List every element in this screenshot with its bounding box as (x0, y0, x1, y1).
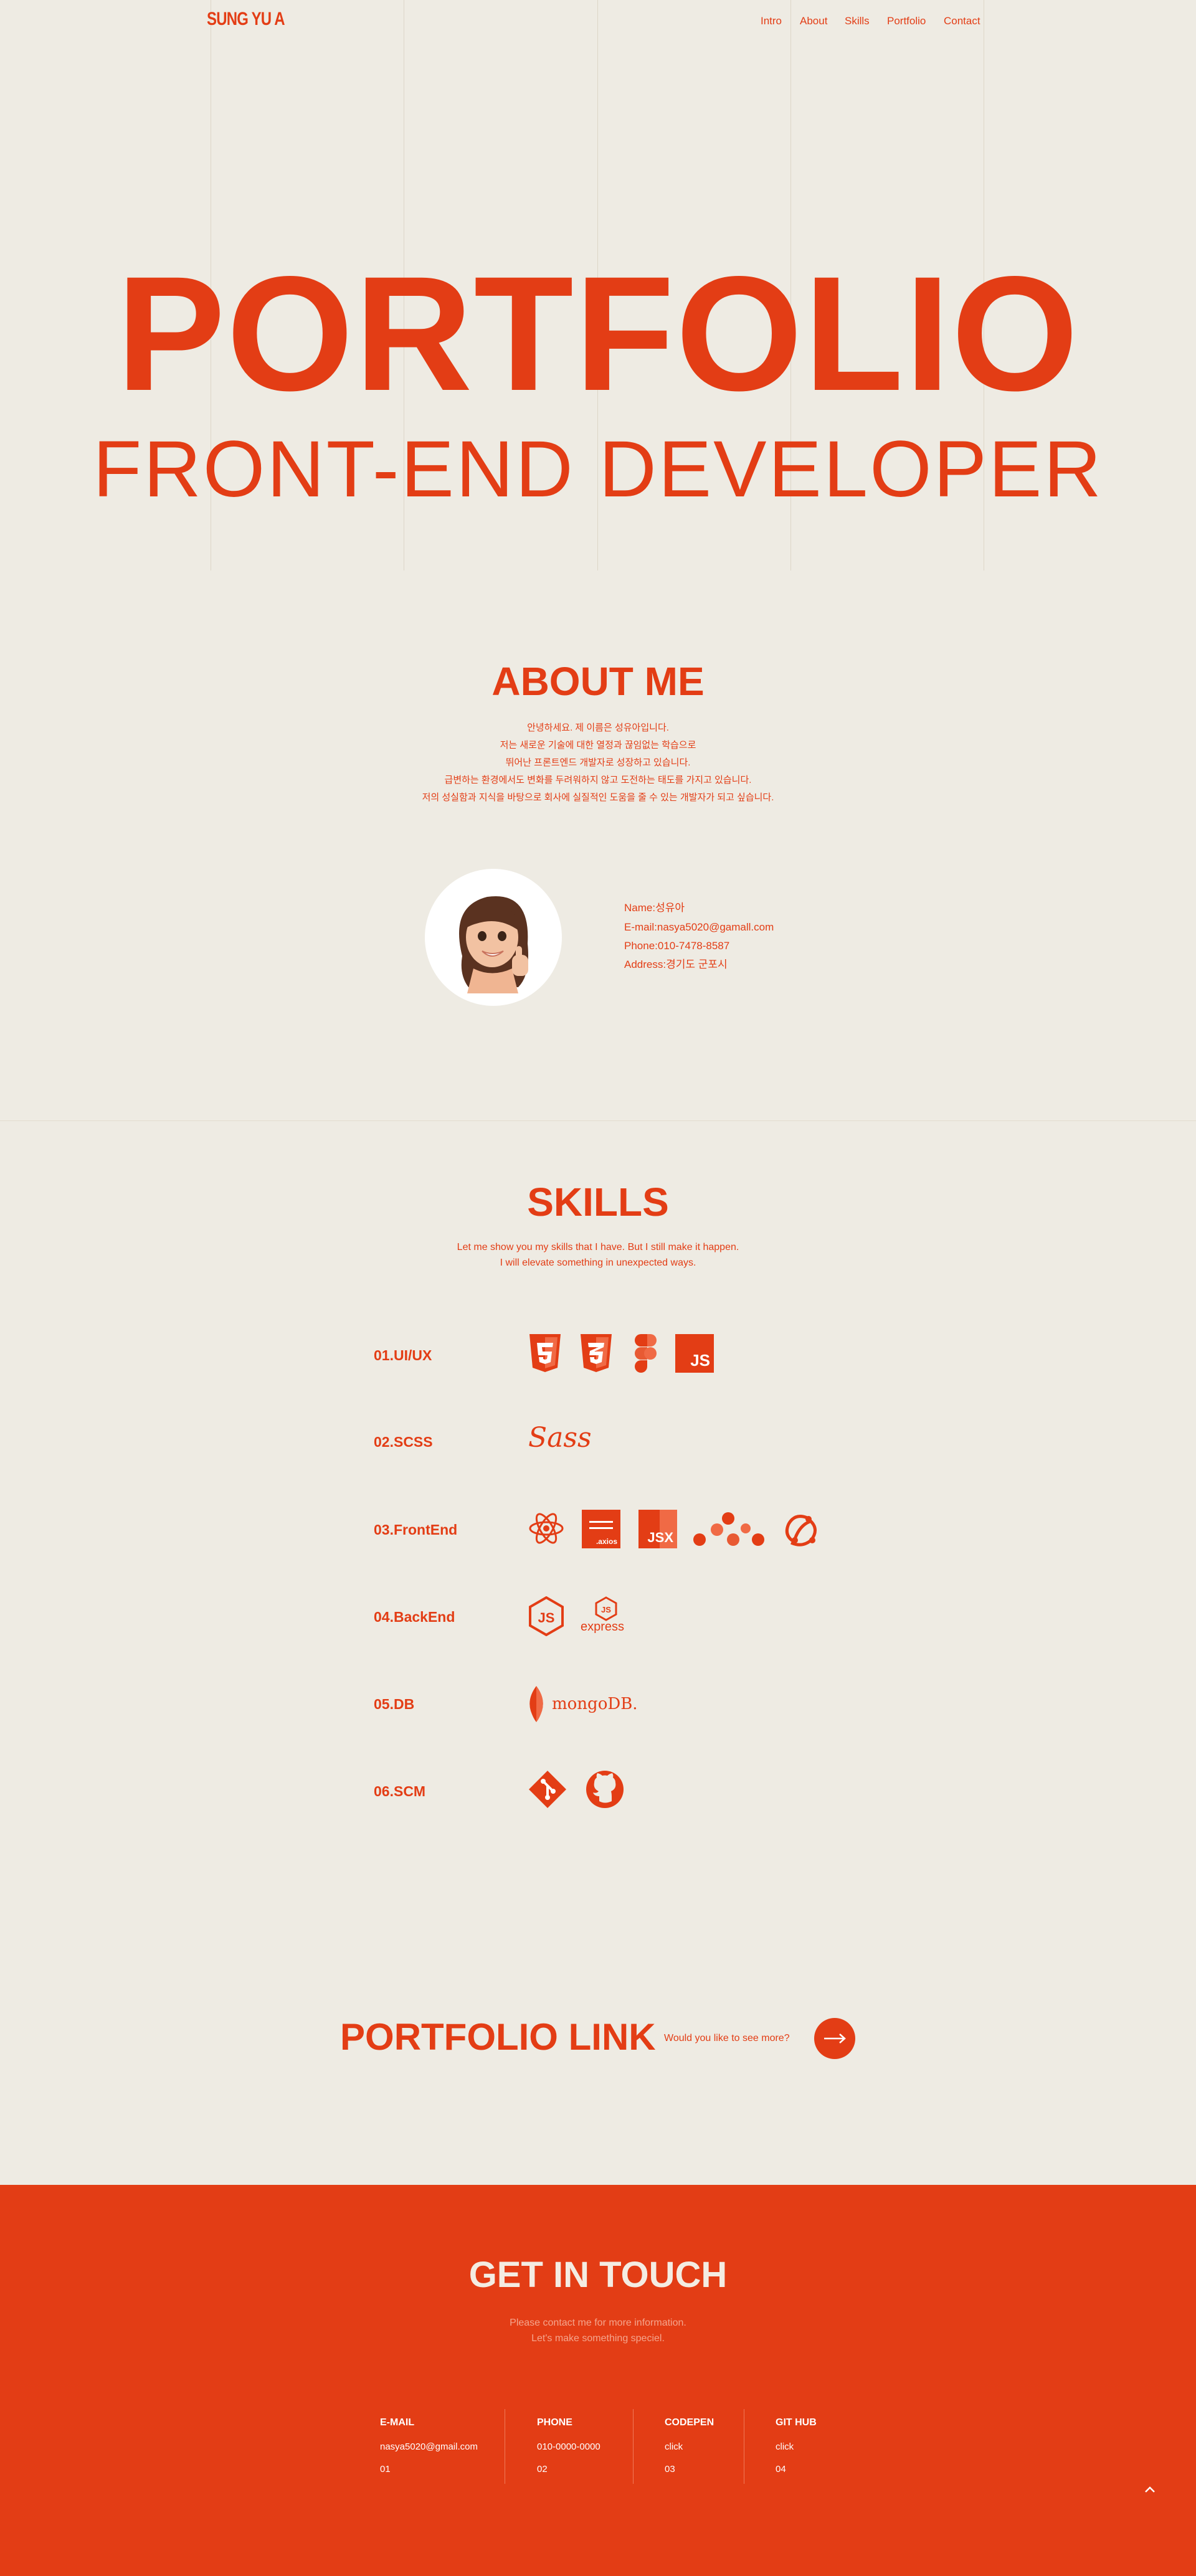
axios-icon-label: .axios (596, 1537, 617, 1546)
skill-label-backend: 04.BackEnd (374, 1609, 455, 1625)
jsx-icon-label: JSX (647, 1530, 673, 1545)
skills-intro: Let me show you my skills that I have. B… (0, 1239, 1196, 1271)
info-email: E-mail:nasya5020@gamall.com (624, 921, 774, 933)
info-address: Address:경기도 군포시 (624, 959, 728, 970)
mongodb-icon: mongoDB. (528, 1685, 638, 1723)
memoji-avatar-icon (425, 869, 562, 1006)
axios-icon: .axios (582, 1510, 620, 1548)
contact-intro-line: Please contact me for more information. (510, 2318, 686, 2328)
scroll-top-button[interactable] (1134, 2474, 1166, 2506)
contact-email-value[interactable]: nasya5020@gmail.com (380, 2441, 478, 2452)
info-name: Name:성유아 (624, 902, 685, 914)
contact-phone-head: PHONE (537, 2417, 572, 2428)
contact-github-head: GIT HUB (776, 2417, 817, 2428)
about-title: ABOUT ME (491, 659, 705, 704)
nav-intro[interactable]: Intro (761, 15, 782, 27)
contact-email-num: 01 (380, 2464, 391, 2474)
contact-intro: Please contact me for more information. … (0, 2315, 1196, 2346)
javascript-icon: JS (675, 1334, 714, 1373)
redux-icon (785, 1515, 817, 1546)
contact-github-link[interactable]: click (776, 2441, 794, 2452)
chevron-up-icon (1145, 2486, 1155, 2493)
nav-portfolio[interactable]: Portfolio (887, 15, 926, 27)
nodejs-icon-label: JS (538, 1610, 555, 1626)
portfolio-title: PORTFOLIO LINK (340, 2016, 656, 2058)
nav-contact[interactable]: Contact (944, 15, 980, 27)
hero-title: PORTFOLIO (116, 242, 1080, 425)
portfolio-link-button[interactable] (814, 2018, 855, 2059)
bit-icon (693, 1512, 764, 1546)
contact-github-num: 04 (776, 2464, 786, 2474)
contact-separator (633, 2409, 634, 2484)
section-divider (0, 1120, 1196, 1121)
contact-email-head: E-MAIL (380, 2417, 415, 2428)
contact-phone-num: 02 (537, 2464, 548, 2474)
html5-icon (529, 1334, 561, 1372)
hero-subtitle: FRONT-END DEVELOPER (93, 425, 1103, 514)
figma-icon (635, 1334, 657, 1373)
contact-codepen-num: 03 (665, 2464, 675, 2474)
css3-icon (581, 1334, 612, 1372)
contact-section (0, 2185, 1196, 2576)
nodejs-icon: JS (529, 1596, 564, 1636)
mongodb-icon-label: mongoDB. (552, 1695, 638, 1713)
about-line: 저는 새로운 기술에 대한 열정과 끊임없는 학습으로 (500, 740, 696, 751)
skills-intro-line: Let me show you my skills that I have. B… (457, 1242, 739, 1252)
github-icon (586, 1771, 624, 1808)
skill-label-scm: 06.SCM (374, 1783, 426, 1799)
site-logo[interactable]: SUNG YU A (207, 9, 285, 30)
arrow-right-icon (824, 2034, 846, 2043)
about-description: 안녕하세요. 제 이름은 성유아입니다. 저는 새로운 기술에 대한 열정과 끊… (0, 719, 1196, 807)
nav-skills[interactable]: Skills (845, 15, 870, 27)
express-icon-js: JS (601, 1605, 611, 1614)
javascript-icon-label: JS (690, 1351, 710, 1370)
skill-label-scss: 02.SCSS (374, 1434, 433, 1450)
skill-label-uiux: 01.UI/UX (374, 1347, 432, 1363)
react-icon (529, 1513, 564, 1544)
contact-codepen-head: CODEPEN (665, 2417, 714, 2428)
sass-icon: Sass (528, 1422, 592, 1454)
express-icon: JS express (578, 1596, 634, 1637)
contact-phone-value[interactable]: 010-0000-0000 (537, 2441, 600, 2452)
portfolio-prompt: Would you like to see more? (664, 2033, 790, 2043)
express-icon-label: express (581, 1620, 625, 1634)
about-line: 급변하는 환경에서도 변화를 두려워하지 않고 도전하는 태도를 가지고 있습니… (444, 775, 752, 785)
contact-intro-line: Let's make something speciel. (531, 2333, 665, 2344)
contact-title: GET IN TOUCH (468, 2255, 728, 2295)
jsx-icon: JSX (638, 1510, 677, 1548)
git-icon (529, 1771, 566, 1808)
about-line: 저의 성실함과 지식을 바탕으로 회사에 실질적인 도움을 줄 수 있는 개발자… (422, 792, 774, 803)
skills-title: SKILLS (527, 1180, 669, 1224)
info-phone: Phone:010-7478-8587 (624, 940, 730, 952)
skill-label-db: 05.DB (374, 1696, 415, 1712)
skills-intro-line: I will elevate something in unexpected w… (500, 1257, 696, 1268)
contact-codepen-link[interactable]: click (665, 2441, 683, 2452)
nav-about[interactable]: About (800, 15, 827, 27)
about-line: 뛰어난 프론트엔드 개발자로 성장하고 있습니다. (505, 757, 691, 768)
about-line: 안녕하세요. 제 이름은 성유아입니다. (527, 722, 669, 733)
skill-label-frontend: 03.FrontEnd (374, 1522, 458, 1538)
